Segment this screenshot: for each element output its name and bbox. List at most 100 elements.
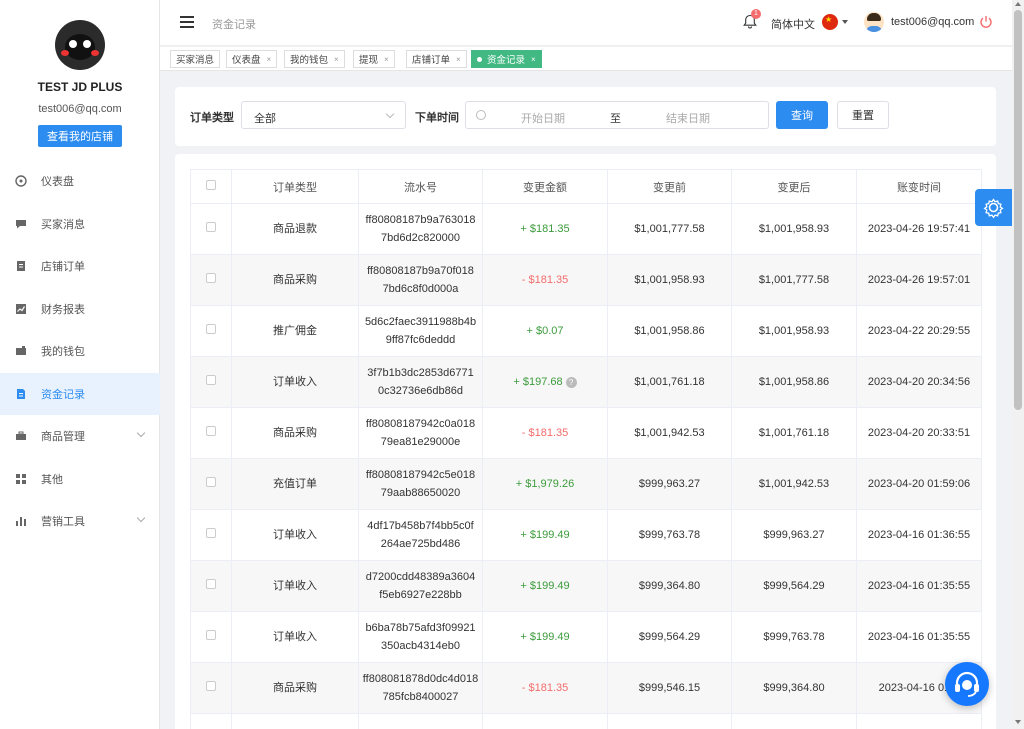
close-icon[interactable]: ×	[384, 55, 389, 64]
before-balance-cell: $1,001,777.58	[607, 203, 732, 255]
close-icon[interactable]: ×	[267, 55, 272, 64]
row-select-cell[interactable]	[190, 560, 232, 612]
row-select-cell[interactable]	[190, 305, 232, 357]
table-row[interactable]: 订单收入 4df17b458b7f4bb5c0f 264ae725bd486 + $1…	[190, 509, 982, 561]
row-select-cell[interactable]	[190, 458, 232, 510]
row-checkbox[interactable]	[206, 324, 216, 334]
help-icon[interactable]: ?	[565, 376, 577, 388]
clock-icon	[476, 110, 486, 120]
change-time-cell: 2023-04-20 01:59:06	[856, 458, 982, 510]
row-select-cell[interactable]	[190, 611, 232, 663]
table-row[interactable]: 充值订单 ff80808187942c5e018 79aab88650020 + $1…	[190, 458, 982, 510]
user-email[interactable]: test006@qq.com	[891, 16, 974, 28]
user-avatar[interactable]	[864, 12, 884, 32]
sidebar-item[interactable]: 买家消息	[0, 203, 160, 246]
select-all-checkbox[interactable]	[206, 180, 216, 190]
serial-number-line: ff808081878d0dc4d018	[362, 673, 479, 685]
table-row[interactable]: 商品采购 ff80808187942c0a018 79ea81e29000e - $1…	[190, 407, 982, 459]
tag-item[interactable]: 我的钱包 ×	[284, 50, 345, 68]
before-balance-cell: $999,364.80	[607, 560, 732, 612]
page-scrollbar[interactable]	[1012, 0, 1024, 729]
row-checkbox[interactable]	[206, 579, 216, 589]
close-icon[interactable]: ×	[531, 55, 536, 64]
order-type-cell: 商品退款	[231, 203, 359, 255]
sidebar-item[interactable]: 其他	[0, 458, 160, 501]
chevron-down-icon	[136, 513, 146, 523]
table-row[interactable]: 推广佣金 5d6c2faec3911988b4b 9ff87fc6deddd + $0…	[190, 305, 982, 357]
scroll-down-icon[interactable]	[1015, 720, 1021, 724]
select-all-cell[interactable]	[190, 169, 232, 204]
sidebar-item[interactable]: 店铺订单	[0, 245, 160, 288]
change-amount: - $181.35	[521, 682, 569, 694]
message-icon	[15, 218, 27, 230]
serial-number-line: 9ff87fc6deddd	[385, 334, 456, 346]
table-row[interactable]: 商品采购 ff808081878d0dc4d018 785fcb8400027 - $…	[190, 662, 982, 714]
query-button[interactable]: 查询	[776, 101, 828, 129]
order-type-cell: 推广佣金	[231, 305, 359, 357]
row-checkbox[interactable]	[206, 375, 216, 385]
serial-number-cell: bf052fc30f596065633	[358, 713, 483, 729]
close-icon[interactable]: ×	[334, 55, 339, 64]
tag-item[interactable]: 提现 ×	[353, 50, 395, 68]
tag-item[interactable]: 买家消息	[170, 50, 221, 68]
scroll-up-icon[interactable]	[1015, 2, 1021, 6]
row-select-cell[interactable]	[190, 356, 232, 408]
row-checkbox[interactable]	[206, 273, 216, 283]
store-email: test006@qq.com	[38, 103, 122, 115]
order-type-cell: 充值订单	[231, 458, 359, 510]
serial-number-line: 785fcb8400027	[382, 691, 459, 703]
close-icon[interactable]: ×	[456, 55, 461, 64]
before-balance-cell: $999,546.15	[607, 662, 732, 714]
table-row[interactable]: 订单收入 d7200cdd48389a3604 f5eb6927e228bb + $1…	[190, 560, 982, 612]
row-checkbox[interactable]	[206, 426, 216, 436]
change-time-cell: 2023-04-20 20:33:51	[856, 407, 982, 459]
table-row[interactable]: 商品退款 ff80808187b9a763018 7bd6d2c820000 + $1…	[190, 203, 982, 255]
caret-down-icon[interactable]	[842, 20, 848, 24]
settings-button[interactable]	[975, 189, 1012, 226]
notification-badge: 1	[751, 9, 761, 19]
date-range-picker[interactable]: 开始日期 至 结束日期	[465, 101, 769, 129]
serial-number-cell: 5d6c2faec3911988b4b 9ff87fc6deddd	[358, 305, 483, 357]
row-select-cell[interactable]	[190, 407, 232, 459]
end-date-input[interactable]: 结束日期	[666, 110, 710, 126]
table-row[interactable]: bf052fc30f596065633	[190, 713, 982, 729]
customer-support-button[interactable]	[945, 662, 989, 706]
tag-item[interactable]: 店铺订单 ×	[406, 50, 467, 68]
row-checkbox[interactable]	[206, 681, 216, 691]
row-select-cell[interactable]	[190, 203, 232, 255]
scrollbar-thumb[interactable]	[1014, 10, 1022, 410]
china-flag-icon[interactable]: ★	[822, 14, 838, 30]
sidebar-item[interactable]: 财务报表	[0, 288, 160, 331]
power-icon[interactable]	[979, 15, 993, 29]
order-icon	[15, 260, 27, 272]
sidebar-item[interactable]: 仪表盘	[0, 160, 160, 203]
row-checkbox[interactable]	[206, 630, 216, 640]
sidebar-item[interactable]: 商品管理	[0, 415, 160, 458]
row-checkbox[interactable]	[206, 477, 216, 487]
view-my-shop-button[interactable]: 查看我的店铺	[38, 125, 122, 147]
order-type-select[interactable]: 全部	[241, 101, 406, 129]
row-checkbox[interactable]	[206, 222, 216, 232]
order-type-cell	[231, 713, 359, 729]
row-select-cell[interactable]	[190, 254, 232, 306]
row-checkbox[interactable]	[206, 528, 216, 538]
language-selector[interactable]: 简体中文	[771, 16, 815, 32]
range-separator: 至	[610, 113, 621, 125]
row-select-cell[interactable]	[190, 713, 232, 729]
after-balance-cell: $1,001,942.53	[731, 458, 857, 510]
row-select-cell[interactable]	[190, 509, 232, 561]
sidebar-item[interactable]: 我的钱包	[0, 330, 160, 373]
change-amount: + $199.49	[520, 529, 570, 541]
table-row[interactable]: 订单收入 b6ba78b75afd3f09921 350acb4314eb0 + $1…	[190, 611, 982, 663]
table-row[interactable]: 订单收入 3f7b1b3dc2853d6771 0c32736e6db86d + $1…	[190, 356, 982, 408]
tag-item[interactable]: 仪表盘 ×	[226, 50, 278, 68]
start-date-input[interactable]: 开始日期	[521, 110, 565, 126]
sidebar-item[interactable]: 营销工具	[0, 500, 160, 543]
reset-button[interactable]: 重置	[837, 101, 889, 129]
row-select-cell[interactable]	[190, 662, 232, 714]
sidebar-item[interactable]: 资金记录	[0, 372, 160, 415]
tag-item[interactable]: 资金记录 ×	[471, 50, 542, 68]
table-row[interactable]: 商品采购 ff80808187b9a70f018 7bd6c8f0d000a - $1…	[190, 254, 982, 306]
after-balance-cell: $1,001,761.18	[731, 407, 857, 459]
menu-toggle-icon[interactable]	[180, 16, 194, 28]
